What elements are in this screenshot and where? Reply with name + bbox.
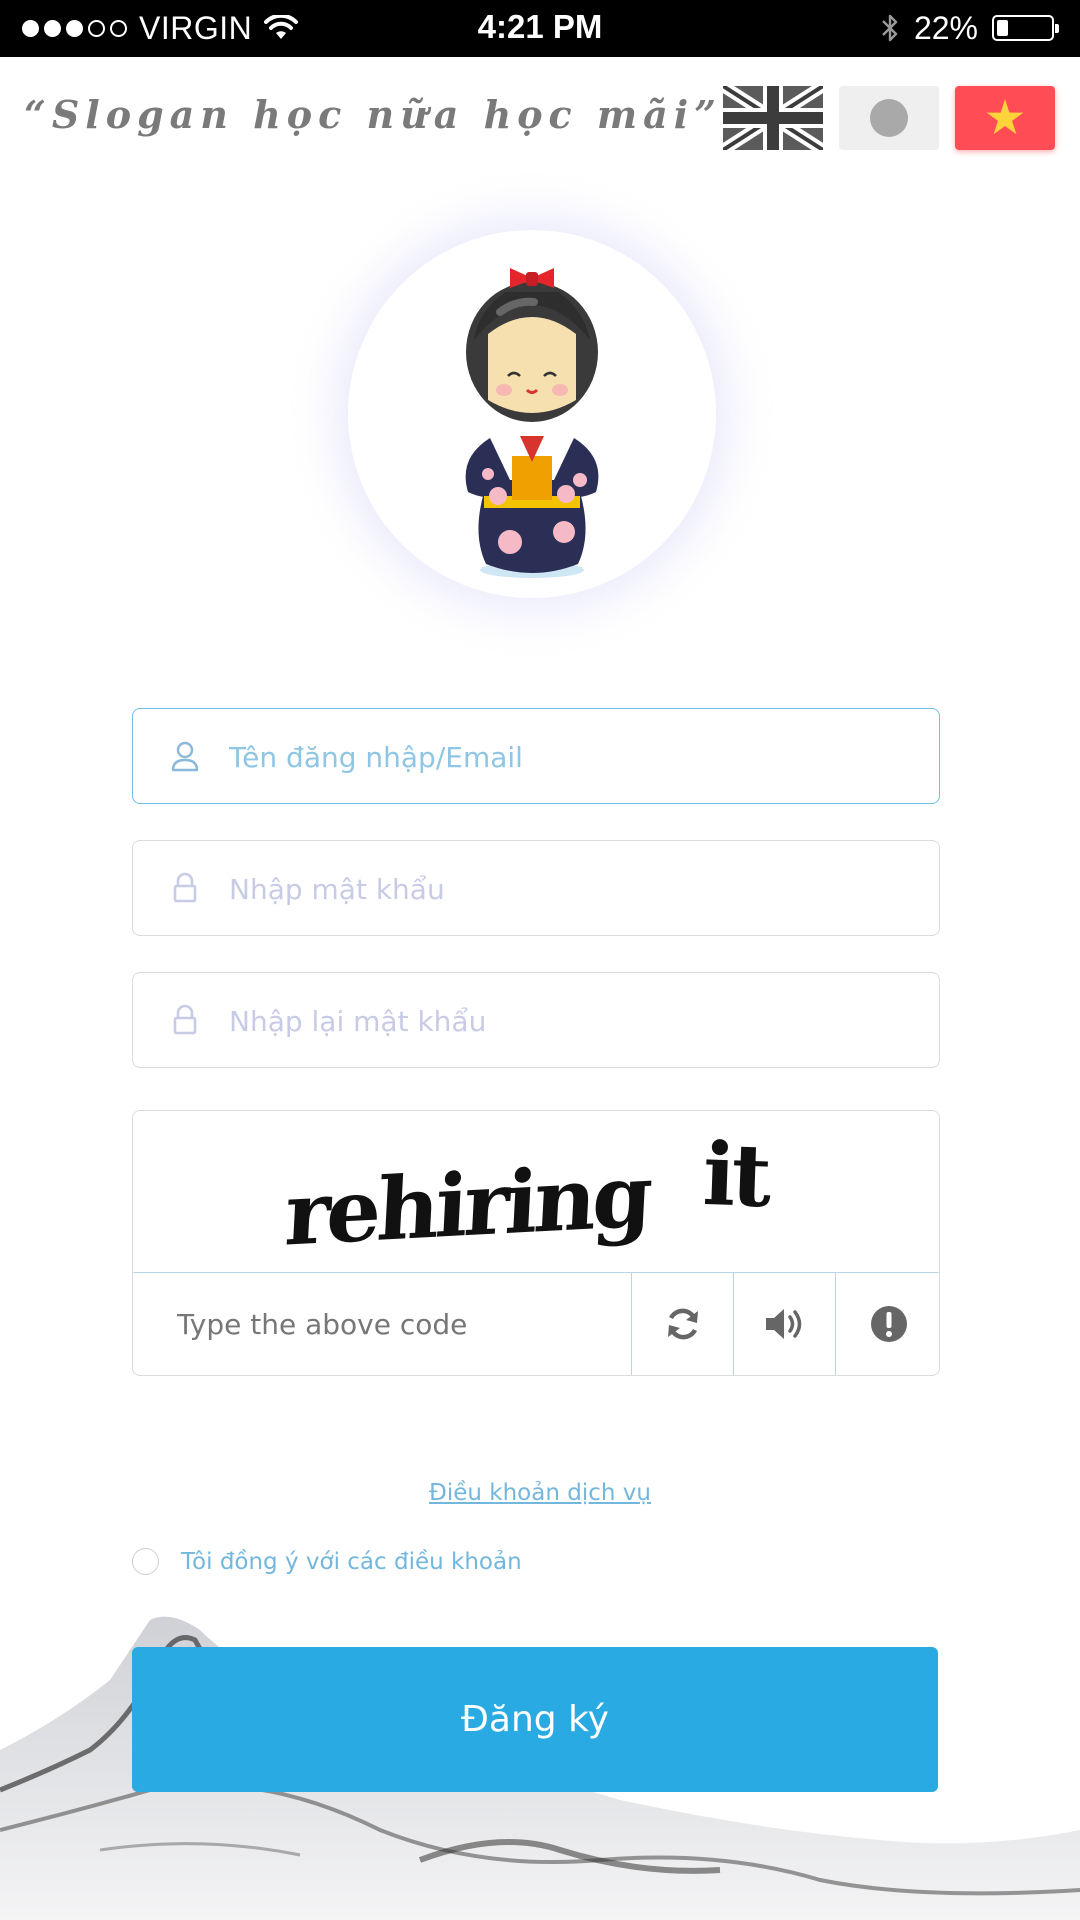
password-field[interactable] xyxy=(132,840,940,937)
captcha-refresh-button[interactable] xyxy=(631,1273,734,1375)
username-field[interactable] xyxy=(132,708,940,805)
captcha-word: it xyxy=(701,1123,770,1228)
language-vietnamese-button[interactable]: ★ xyxy=(955,86,1055,150)
agree-radio[interactable] xyxy=(132,1548,159,1575)
battery-percent: 22% xyxy=(913,9,978,46)
agree-label: Tôi đồng ý với các điều khoản xyxy=(181,1548,522,1575)
user-icon xyxy=(171,741,199,772)
lock-icon xyxy=(173,1004,197,1035)
language-english-button[interactable] xyxy=(719,80,827,156)
captcha-input[interactable] xyxy=(133,1273,631,1375)
captcha-widget: rehiring it xyxy=(132,1110,940,1376)
speaker-icon xyxy=(766,1309,802,1339)
bluetooth-icon xyxy=(882,14,898,42)
captcha-image: rehiring it xyxy=(133,1111,939,1273)
terms-of-service-link[interactable]: Điều khoản dịch vụ xyxy=(0,1480,1080,1506)
uk-flag-icon xyxy=(719,80,827,156)
language-gray-button[interactable] xyxy=(839,86,939,150)
captcha-help-button[interactable] xyxy=(835,1273,939,1375)
captcha-word: rehiring xyxy=(282,1145,652,1266)
avatar xyxy=(348,230,716,598)
lock-icon xyxy=(173,872,197,903)
gray-circle-icon xyxy=(870,99,908,137)
vietnam-flag-icon: ★ xyxy=(983,90,1027,146)
confirm-password-input[interactable] xyxy=(227,973,921,1069)
slogan: “Slogan học nữa học mãi” xyxy=(24,92,723,137)
refresh-icon xyxy=(668,1308,698,1340)
confirm-password-field[interactable] xyxy=(132,972,940,1069)
kokeshi-doll-icon xyxy=(465,268,599,578)
status-right: 22% xyxy=(880,9,1059,47)
captcha-controls xyxy=(133,1273,939,1375)
username-input[interactable] xyxy=(227,709,921,805)
password-input[interactable] xyxy=(227,841,921,937)
exclamation-icon xyxy=(871,1306,907,1342)
agree-terms-option[interactable]: Tôi đồng ý với các điều khoản xyxy=(132,1548,522,1575)
register-button[interactable]: Đăng ký xyxy=(132,1647,938,1792)
battery-icon xyxy=(992,15,1059,41)
captcha-audio-button[interactable] xyxy=(733,1273,836,1375)
status-bar: VIRGIN 4:21 PM 22% xyxy=(0,0,1080,57)
